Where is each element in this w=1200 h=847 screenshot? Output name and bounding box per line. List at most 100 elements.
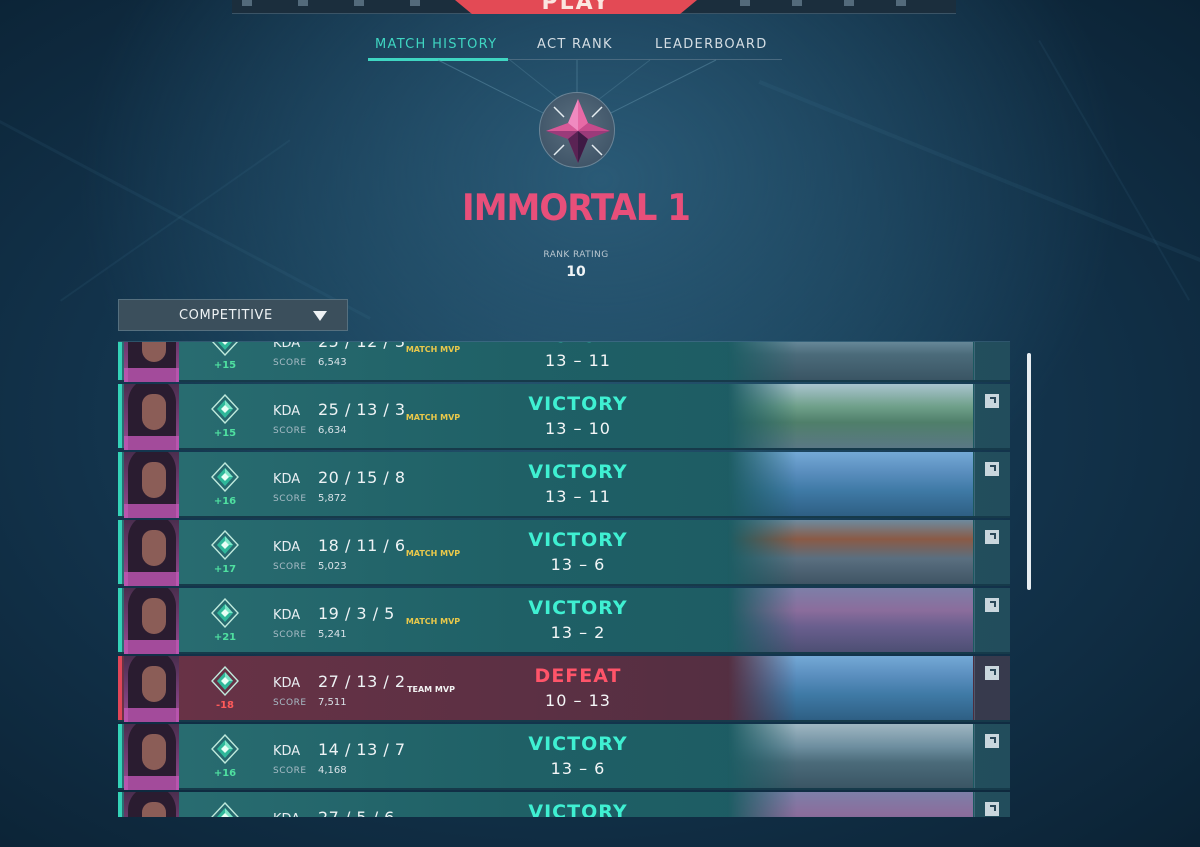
agent-portrait [124, 520, 179, 586]
score-label: SCORE [273, 426, 307, 436]
match-details-button[interactable] [974, 792, 1010, 817]
result-accent-bar [118, 342, 122, 380]
rank-rating-value: 10 [566, 264, 586, 280]
map-thumbnail [728, 588, 973, 652]
agent-portrait [124, 342, 179, 382]
external-link-icon [985, 530, 999, 544]
agent-portrait [124, 588, 179, 654]
kda-value: 18 / 11 / 6 [318, 536, 406, 555]
match-row[interactable]: +21 KDA 19 / 3 / 5 SCORE 5,241 MATCH MVP… [118, 588, 1010, 654]
map-thumbnail [728, 520, 973, 584]
rr-change: +15 [213, 428, 237, 439]
match-row[interactable]: KDA 27 / 5 / 6 VICTORY [118, 792, 1010, 817]
round-score: 13 – 2 [550, 623, 606, 642]
queue-mode-dropdown[interactable]: COMPETITIVE [118, 299, 348, 331]
queue-mode-value: COMPETITIVE [179, 308, 273, 323]
match-row[interactable]: +15 KDA 25 / 12 / 3 SCORE 6,543 MATCH MV… [118, 341, 1010, 382]
match-row[interactable]: +17 KDA 18 / 11 / 6 SCORE 5,023 MATCH MV… [118, 520, 1010, 586]
round-score: 13 – 11 [545, 487, 611, 506]
agent-portrait [124, 384, 179, 450]
map-thumbnail [728, 792, 973, 817]
match-details-button[interactable] [974, 384, 1010, 448]
rank-name: IMMORTAL 1 [462, 186, 691, 230]
round-score: 13 – 11 [545, 351, 611, 370]
kda-value: 27 / 13 / 2 [318, 672, 406, 691]
kda-label: KDA [273, 404, 301, 419]
kda-label: KDA [273, 608, 301, 623]
mvp-badge: MATCH MVP [405, 549, 461, 558]
match-history-list[interactable]: +15 KDA 25 / 12 / 3 SCORE 6,543 MATCH MV… [118, 341, 1010, 817]
match-row[interactable]: +16 KDA 14 / 13 / 7 SCORE 4,168 VICTORY … [118, 724, 1010, 790]
map-thumbnail [728, 342, 973, 380]
kda-value: 27 / 5 / 6 [318, 808, 395, 817]
agent-portrait [124, 656, 179, 722]
kda-label: KDA [273, 744, 301, 759]
external-link-icon [985, 462, 999, 476]
external-link-icon [985, 802, 999, 816]
kda-value: 20 / 15 / 8 [318, 468, 406, 487]
scrollbar-thumb[interactable] [1027, 353, 1031, 590]
immortal-rank-icon [211, 734, 239, 764]
map-thumbnail [728, 656, 973, 720]
round-score: 13 – 10 [545, 419, 611, 438]
match-result: VICTORY [528, 461, 628, 483]
result-accent-bar [118, 384, 122, 448]
kda-label: KDA [273, 812, 300, 817]
external-link-icon [985, 598, 999, 612]
match-details-button[interactable] [974, 588, 1010, 652]
match-details-button[interactable] [974, 342, 1010, 380]
round-score: 13 – 6 [550, 555, 606, 574]
match-result: DEFEAT [534, 665, 622, 687]
immortal-rank-icon [211, 530, 239, 560]
kda-value: 25 / 12 / 3 [318, 341, 406, 351]
match-row[interactable]: -18 KDA 27 / 13 / 2 SCORE 7,511 TEAM MVP… [118, 656, 1010, 722]
agent-portrait [124, 792, 179, 817]
map-thumbnail [728, 724, 973, 788]
combat-score: 5,872 [318, 493, 347, 504]
round-score: 10 – 13 [545, 691, 611, 710]
result-accent-bar [118, 724, 122, 788]
rr-change: +16 [213, 768, 237, 779]
match-details-button[interactable] [974, 724, 1010, 788]
agent-portrait [124, 452, 179, 518]
mvp-badge: MATCH MVP [405, 617, 461, 626]
score-label: SCORE [273, 766, 307, 776]
rr-change: +16 [213, 496, 237, 507]
combat-score: 5,023 [318, 561, 347, 572]
combat-score: 4,168 [318, 765, 347, 776]
score-label: SCORE [273, 494, 307, 504]
immortal-rank-icon [211, 394, 239, 424]
match-details-button[interactable] [974, 656, 1010, 720]
kda-value: 14 / 13 / 7 [318, 740, 406, 759]
match-row[interactable]: +16 KDA 20 / 15 / 8 SCORE 5,872 VICTORY … [118, 452, 1010, 518]
agent-portrait [124, 724, 179, 790]
match-details-button[interactable] [974, 452, 1010, 516]
immortal-rank-icon [211, 342, 239, 356]
kda-label: KDA [273, 472, 301, 487]
immortal-rank-icon [211, 462, 239, 492]
rr-change: +17 [213, 564, 237, 575]
round-score: 13 – 6 [550, 759, 606, 778]
mvp-badge: MATCH MVP [405, 345, 461, 354]
score-label: SCORE [273, 630, 307, 640]
match-details-button[interactable] [974, 520, 1010, 584]
rr-change: +21 [213, 632, 237, 643]
kda-value: 25 / 13 / 3 [318, 400, 406, 419]
combat-score: 6,543 [318, 357, 347, 368]
external-link-icon [985, 666, 999, 680]
immortal-rank-icon [211, 598, 239, 628]
match-row[interactable]: +15 KDA 25 / 13 / 3 SCORE 6,634 MATCH MV… [118, 383, 1010, 450]
score-label: SCORE [273, 358, 307, 368]
chevron-down-icon [313, 311, 327, 321]
immortal-rank-icon [211, 666, 239, 696]
rr-change: +15 [213, 360, 237, 371]
combat-score: 7,511 [318, 697, 347, 708]
rr-change: -18 [215, 700, 235, 711]
result-accent-bar [118, 452, 122, 516]
match-result: VICTORY [498, 342, 658, 347]
match-result: VICTORY [528, 597, 628, 619]
map-thumbnail [727, 383, 974, 449]
match-result: VICTORY [528, 801, 628, 817]
result-accent-bar [118, 792, 122, 817]
match-result: VICTORY [528, 529, 628, 551]
